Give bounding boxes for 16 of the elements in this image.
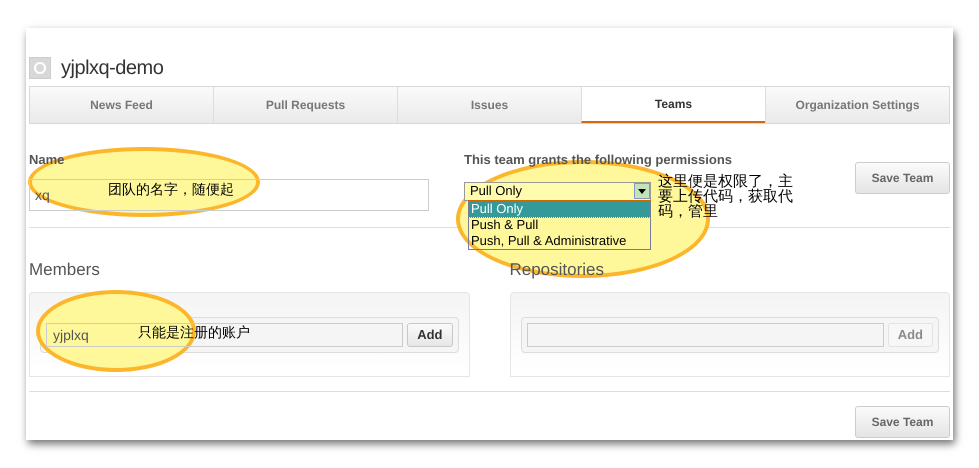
- org-name: yjplxq-demo: [61, 56, 164, 81]
- save-team-button[interactable]: Save Team: [855, 406, 950, 438]
- dropdown-option[interactable]: Pull Only: [469, 200, 650, 216]
- add-button[interactable]: Add: [407, 323, 452, 347]
- permission-select[interactable]: Pull Only: [464, 182, 651, 200]
- org-avatar-icon: [29, 57, 51, 79]
- annotation-note: 团队的名字，随便起: [108, 181, 235, 200]
- dropdown-option[interactable]: Push, Pull & Administrative: [469, 232, 650, 248]
- save-team-button[interactable]: Save Team: [855, 162, 950, 194]
- dropdown-option[interactable]: Push & Pull: [469, 216, 650, 232]
- nav-tab[interactable]: News Feed: [30, 87, 213, 123]
- nav-tab[interactable]: Organization Settings: [765, 87, 949, 123]
- add-field[interactable]: [526, 323, 884, 347]
- nav-tab[interactable]: Pull Requests: [213, 87, 397, 123]
- section-heading: Members: [29, 260, 101, 280]
- nav-tab[interactable]: Teams: [581, 87, 765, 123]
